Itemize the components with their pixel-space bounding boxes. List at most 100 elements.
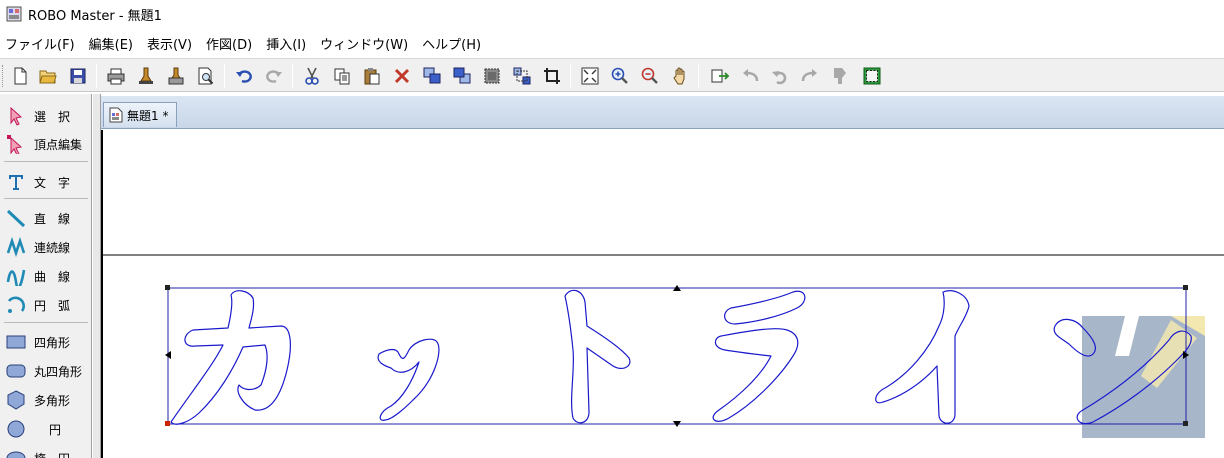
print-button[interactable] (104, 64, 128, 88)
transform-button[interactable] (708, 64, 732, 88)
tool-curve[interactable]: 曲 線 (2, 262, 90, 290)
tool-rectangle-label: 四角形 (34, 335, 71, 350)
crop-button[interactable] (540, 64, 564, 88)
print-preview-button[interactable] (194, 64, 218, 88)
glyph-outline-tsu[interactable] (377, 338, 440, 421)
cut-settings-icon (139, 67, 153, 84)
text-tool-icon (5, 171, 27, 193)
menu-edit[interactable]: 編集(E) (86, 32, 136, 55)
tool-ellipse[interactable]: 楕 円 (2, 444, 90, 458)
curve-tool-icon (5, 265, 27, 287)
rotate-left-button[interactable] (738, 64, 762, 88)
document-tab[interactable]: 無題1 * (103, 102, 178, 127)
zoom-fit-icon (581, 67, 599, 85)
menu-draw[interactable]: 作図(D) (203, 32, 255, 55)
open-button[interactable] (36, 64, 60, 88)
plotter-output-icon (168, 67, 184, 85)
tool-arc[interactable]: 円 弧 (2, 291, 90, 319)
glyph-outline-i[interactable] (875, 290, 970, 424)
cut-button[interactable] (300, 64, 324, 88)
tool-select[interactable]: 選 択 (2, 102, 90, 130)
tool-arc-label: 円 弧 (34, 298, 71, 313)
cut-settings-button[interactable] (134, 64, 158, 88)
tool-polygon[interactable]: 多角形 (2, 386, 90, 414)
handle-bottom-right[interactable] (1183, 421, 1188, 426)
ellipse-tool-icon (5, 447, 27, 458)
drawing-canvas[interactable] (101, 130, 1224, 458)
toolbar-grip[interactable] (2, 65, 5, 87)
cut-icon (305, 67, 319, 85)
zoom-in-button[interactable] (608, 64, 632, 88)
bring-front-icon (423, 67, 441, 84)
tool-select-label: 選 択 (34, 109, 71, 124)
delete-icon (394, 68, 410, 84)
menu-file[interactable]: ファイル(F) (2, 32, 78, 55)
drawing-toolbox: 選 択 頂点編集 文 字 直 線 連続線 曲 線 円 弧 四角形 丸四角形 多角… (0, 94, 92, 458)
rectangle-tool-icon (5, 331, 27, 353)
glyph-outline-to[interactable] (564, 289, 631, 424)
tool-text[interactable]: 文 字 (2, 168, 90, 196)
tool-vertex-edit-label: 頂点編集 (34, 137, 83, 152)
selection-bounding-box[interactable] (167, 287, 1187, 425)
save-button[interactable] (66, 64, 90, 88)
send-back-button[interactable] (450, 64, 474, 88)
toolbox-separator (4, 198, 88, 199)
zoom-out-button[interactable] (638, 64, 662, 88)
pan-button[interactable] (668, 64, 692, 88)
redo-button[interactable] (262, 64, 286, 88)
delete-button[interactable] (390, 64, 414, 88)
rotate-ccw-button[interactable] (768, 64, 792, 88)
paste-icon (364, 68, 380, 85)
undo-button[interactable] (232, 64, 256, 88)
ungroup-button[interactable] (510, 64, 534, 88)
toolbar-separator (224, 64, 225, 88)
send-back-icon (453, 67, 471, 84)
glyph-outline-ra[interactable] (712, 290, 806, 422)
group-button[interactable] (480, 64, 504, 88)
tool-curve-label: 曲 線 (34, 269, 71, 284)
flip-icon (834, 68, 846, 84)
tool-polyline[interactable]: 連続線 (2, 233, 90, 261)
rotate-right-button[interactable] (798, 64, 822, 88)
panel-splitter[interactable] (93, 94, 101, 458)
plotter-output-button[interactable] (164, 64, 188, 88)
toolbar-separator (698, 64, 699, 88)
new-document-icon (14, 67, 27, 85)
toolbar-separator (292, 64, 293, 88)
selection-frame-button[interactable] (860, 64, 884, 88)
tool-rounded-rectangle[interactable]: 丸四角形 (2, 357, 90, 385)
canvas-drawing (103, 254, 1224, 438)
arc-tool-icon (5, 294, 27, 316)
tool-circle[interactable]: 円 (2, 415, 90, 443)
flip-button[interactable] (828, 64, 852, 88)
tool-rectangle[interactable]: 四角形 (2, 328, 90, 356)
paste-button[interactable] (360, 64, 384, 88)
tool-rounded-rectangle-label: 丸四角形 (34, 364, 83, 379)
menu-view[interactable]: 表示(V) (144, 32, 195, 55)
vertex-edit-icon (5, 133, 27, 155)
polygon-tool-icon (5, 389, 27, 411)
bring-front-button[interactable] (420, 64, 444, 88)
copy-button[interactable] (330, 64, 354, 88)
glyph-outline-ka[interactable] (170, 290, 291, 425)
toolbox-separator (4, 322, 88, 323)
toolbar-separator (570, 64, 571, 88)
transform-icon (711, 69, 729, 83)
menu-insert[interactable]: 挿入(I) (263, 32, 309, 55)
menu-window[interactable]: ウィンドウ(W) (317, 32, 411, 55)
undo-icon (236, 70, 252, 83)
new-document-button[interactable] (8, 64, 32, 88)
handle-bottom-left-anchor[interactable] (165, 421, 170, 426)
tool-line[interactable]: 直 線 (2, 204, 90, 232)
selection-frame-icon (863, 67, 881, 85)
handle-top-right[interactable] (1183, 285, 1188, 290)
menu-help[interactable]: ヘルプ(H) (419, 32, 484, 55)
document-icon (109, 107, 123, 123)
selection-handles[interactable] (165, 285, 1189, 427)
open-folder-icon (39, 70, 57, 84)
watermark-logo (1082, 316, 1205, 438)
zoom-fit-button[interactable] (578, 64, 602, 88)
tool-vertex-edit[interactable]: 頂点編集 (2, 130, 90, 158)
handle-top-left[interactable] (165, 285, 170, 290)
document-tab-bar: 無題1 * (101, 96, 1224, 129)
